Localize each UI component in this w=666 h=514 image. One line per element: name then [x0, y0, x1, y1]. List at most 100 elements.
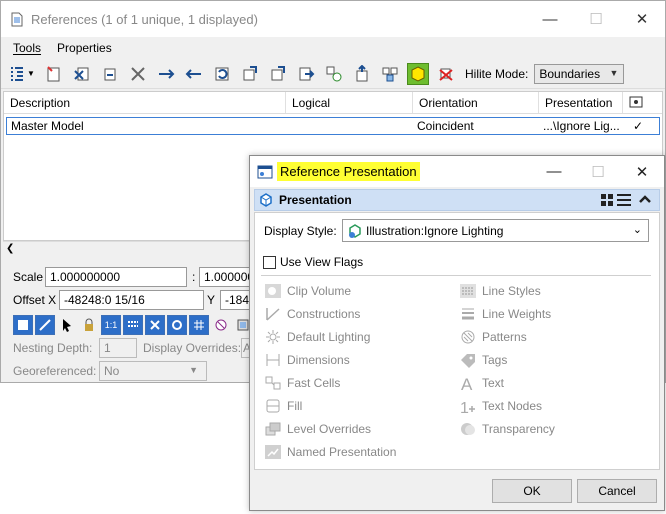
option-dimensions[interactable]: Dimensions [263, 351, 350, 369]
snap-icon[interactable] [35, 315, 55, 335]
menu-tools[interactable]: Tools [13, 41, 41, 55]
column-logical[interactable]: Logical [286, 92, 413, 113]
option-text[interactable]: A Text [458, 374, 504, 392]
lock-icon[interactable] [79, 315, 99, 335]
true-scale-icon[interactable]: 1:1 [101, 315, 121, 335]
display-column-icon[interactable] [623, 92, 653, 113]
row-logical [286, 118, 413, 134]
remove-presentation-icon[interactable] [435, 63, 457, 85]
offset-x-input[interactable]: -48248:0 15/16 [59, 290, 204, 310]
row-description: Master Model [11, 119, 84, 133]
move-icon[interactable] [155, 63, 177, 85]
row-presentation: ...\Ignore Lig... [543, 119, 620, 133]
divider [261, 275, 651, 276]
cube-icon [259, 193, 273, 207]
clip-icon[interactable] [127, 63, 149, 85]
use-view-flags-option[interactable]: Use View Flags [263, 255, 363, 269]
option-named-presentation[interactable]: Named Presentation [263, 443, 396, 461]
attach-reference-icon[interactable] [43, 63, 65, 85]
option-label: Fast Cells [287, 376, 341, 390]
scale-line-styles-icon[interactable] [123, 315, 143, 335]
window-title: References (1 of 1 unique, 1 displayed) [31, 11, 258, 27]
option-label: Text Nodes [482, 399, 543, 413]
option-transparency[interactable]: Transparency [458, 420, 555, 438]
grid-icon[interactable] [189, 315, 209, 335]
hilite-mode-select[interactable]: Boundaries ▼ [534, 63, 625, 84]
option-clip-volume[interactable]: Clip Volume [263, 282, 351, 300]
offset-x-label: Offset X [13, 293, 57, 307]
column-presentation[interactable]: Presentation [539, 92, 623, 113]
column-description[interactable]: Description [4, 92, 286, 113]
option-label: Transparency [482, 422, 555, 436]
scale-input-2[interactable]: 1.000000 [199, 267, 253, 287]
table-row[interactable]: Master Model Coincident ...\Ignore Lig..… [6, 117, 660, 135]
ignore-attachments-icon[interactable] [145, 315, 165, 335]
dialog-close-button[interactable]: ✕ [620, 156, 664, 187]
text-icon: A [458, 374, 478, 392]
option-label: Clip Volume [287, 284, 352, 298]
list-view-icon[interactable]: ▼ [7, 63, 37, 85]
option-label: Default Lighting [287, 330, 371, 344]
option-label: Level Overrides [287, 422, 372, 436]
column-orientation[interactable]: Orientation [413, 92, 539, 113]
option-fill[interactable]: Fill [263, 397, 302, 415]
dialog-maximize-button[interactable]: ☐ [576, 156, 620, 187]
option-level-overrides[interactable]: Level Overrides [263, 420, 371, 438]
georeference-icon[interactable] [211, 315, 231, 335]
minimize-button[interactable]: — [527, 1, 573, 37]
option-tags[interactable]: Tags [458, 351, 507, 369]
option-fast-cells[interactable]: Fast Cells [263, 374, 340, 392]
dialog-titlebar: Reference Presentation — ☐ ✕ [250, 156, 664, 187]
table-header: Description Logical Orientation Presenta… [4, 92, 662, 114]
use-view-flags-checkbox[interactable] [263, 255, 276, 269]
option-patterns[interactable]: Patterns [458, 328, 527, 346]
reference-agent-icon[interactable] [323, 63, 345, 85]
option-text-nodes[interactable]: 1 Text Nodes [458, 397, 542, 415]
cancel-button[interactable]: Cancel [577, 479, 657, 503]
dialog-minimize-button[interactable]: — [532, 156, 576, 187]
option-label: Constructions [287, 307, 361, 321]
copy-icon[interactable] [183, 63, 205, 85]
mirror-vertical-icon[interactable] [295, 63, 317, 85]
presentation-icon[interactable] [407, 62, 429, 85]
row-display-check[interactable]: ✓ [623, 118, 653, 134]
exchange-icon[interactable] [379, 63, 401, 85]
option-constructions[interactable]: Constructions [263, 305, 360, 323]
display-style-icon [347, 223, 363, 239]
reload-icon[interactable] [99, 63, 121, 85]
list-view-icon[interactable] [617, 194, 631, 206]
option-default-lighting[interactable]: Default Lighting [263, 328, 370, 346]
tags-icon [458, 351, 478, 369]
option-line-styles[interactable]: Line Styles [458, 282, 541, 300]
close-button[interactable]: ✕ [619, 1, 665, 37]
nesting-depth-input[interactable]: 1 [99, 338, 137, 358]
level-overrides-icon [263, 420, 283, 438]
treat-as-element-icon[interactable] [167, 315, 187, 335]
rotate-icon[interactable] [211, 63, 233, 85]
ok-button[interactable]: OK [492, 479, 572, 503]
display-style-select[interactable]: Illustration:Ignore Lighting ⌄ [342, 219, 649, 242]
display-icon[interactable] [13, 315, 33, 335]
locate-icon[interactable] [57, 315, 77, 335]
chevron-down-icon: ▼ [609, 67, 619, 78]
grid-view-icon[interactable] [601, 194, 613, 206]
scroll-left-icon[interactable]: ❮ [6, 243, 14, 254]
menu-properties[interactable]: Properties [57, 41, 112, 55]
svg-text:1: 1 [460, 400, 469, 414]
detach-reference-icon[interactable] [71, 63, 93, 85]
offset-y-label: Y [207, 293, 216, 307]
georeferenced-select[interactable]: No ▼ [99, 361, 207, 381]
mirror-horizontal-icon[interactable] [267, 63, 289, 85]
collapse-icon[interactable] [639, 193, 651, 205]
make-direct-icon[interactable] [351, 63, 373, 85]
reference-presentation-dialog: Reference Presentation — ☐ ✕ Presentatio… [249, 155, 665, 511]
option-line-weights[interactable]: Line Weights [458, 305, 551, 323]
scale-icon[interactable] [239, 63, 261, 85]
dimensions-icon [263, 351, 283, 369]
maximize-button[interactable]: ☐ [573, 1, 619, 37]
display-style-label: Display Style: [264, 224, 337, 238]
fast-cells-icon [263, 374, 283, 392]
chevron-down-icon: ⌄ [632, 224, 642, 236]
scale-input-1[interactable]: 1.000000000 [45, 267, 187, 287]
presentation-panel: Display Style: Illustration:Ignore Light… [254, 212, 660, 470]
